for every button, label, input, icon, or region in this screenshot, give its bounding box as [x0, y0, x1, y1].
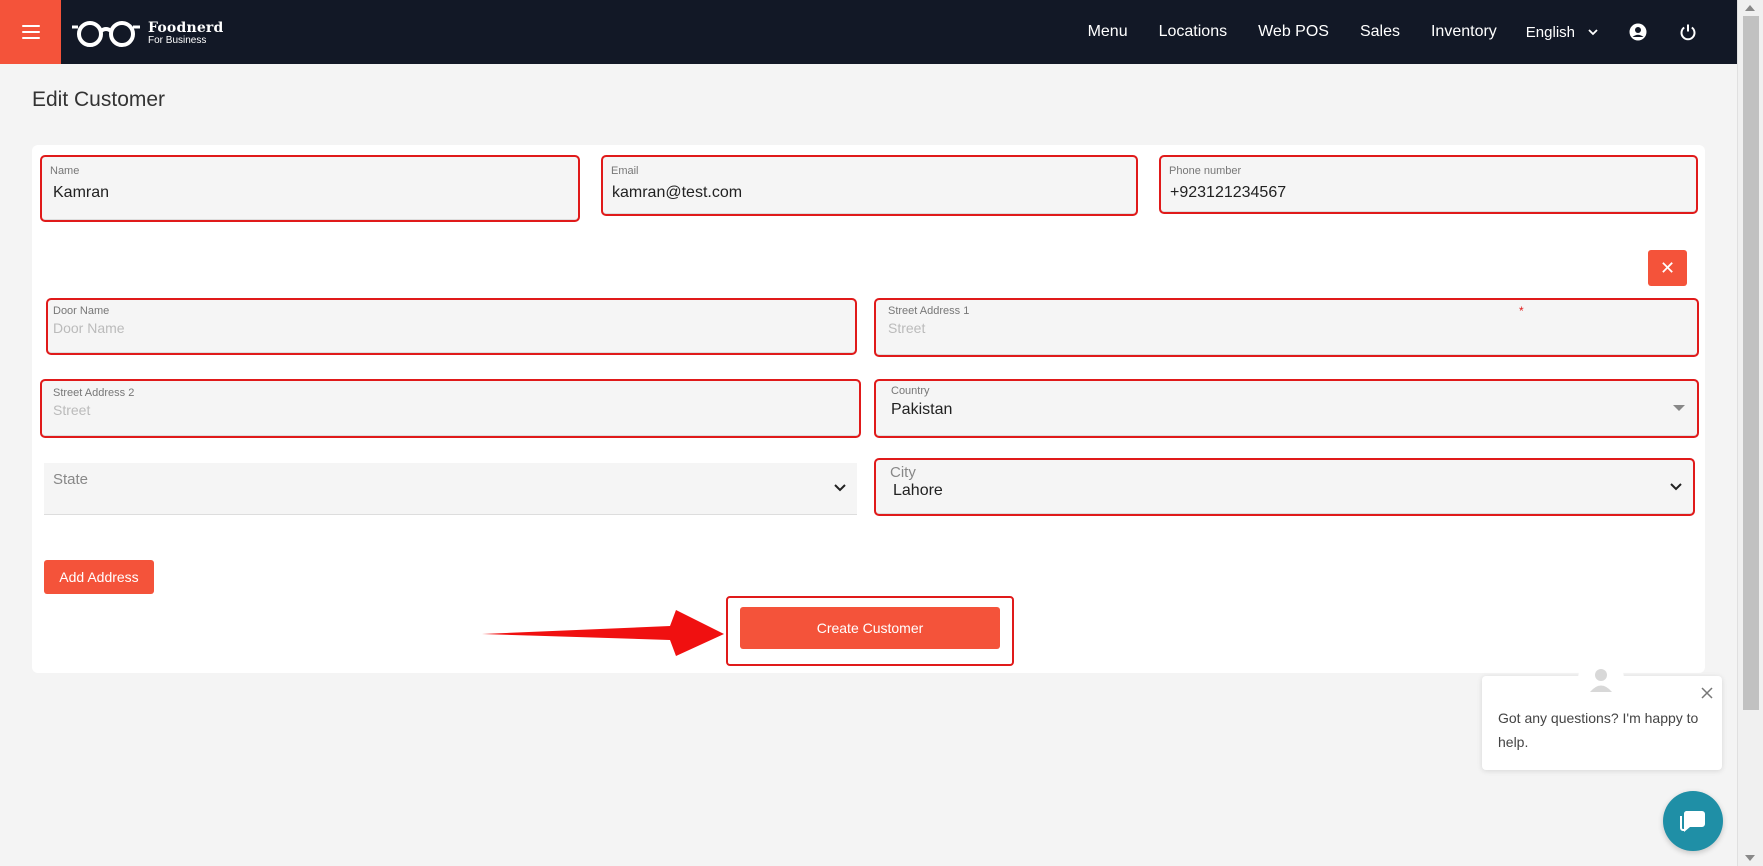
country-value: Pakistan — [891, 401, 953, 418]
street-address-1-field[interactable]: Street Address 1 * Street — [874, 298, 1699, 357]
hamburger-icon — [21, 25, 40, 39]
email-field[interactable]: Email kamran@test.com — [601, 155, 1138, 216]
remove-address-button[interactable]: ✕ — [1648, 250, 1687, 286]
city-label: City — [890, 464, 916, 481]
nav-item-web-pos[interactable]: Web POS — [1258, 23, 1329, 41]
top-navbar: Foodnerd For Business Menu Locations Web… — [0, 0, 1738, 64]
power-icon[interactable] — [1678, 22, 1698, 42]
nav-item-locations[interactable]: Locations — [1159, 23, 1228, 41]
close-icon[interactable] — [1700, 686, 1714, 700]
chevron-down-icon — [834, 484, 846, 492]
street1-label: Street Address 1 — [888, 305, 970, 317]
chat-icon — [1680, 811, 1705, 832]
brand-logo[interactable]: Foodnerd For Business — [70, 16, 224, 50]
required-marker: * — [1519, 304, 1524, 318]
name-field[interactable]: Name Kamran — [40, 155, 580, 222]
phone-label: Phone number — [1169, 165, 1242, 177]
country-select[interactable]: Country Pakistan — [874, 379, 1699, 438]
email-value: kamran@test.com — [612, 184, 743, 201]
nav-menu: Menu Locations Web POS Sales Inventory E… — [1057, 0, 1698, 64]
chat-avatar — [1578, 656, 1624, 702]
create-customer-button[interactable]: Create Customer — [740, 607, 1000, 649]
glasses-icon — [72, 21, 140, 47]
door-name-label: Door Name — [53, 305, 110, 317]
street2-placeholder: Street — [53, 402, 91, 418]
scrollbar[interactable] — [1737, 0, 1763, 866]
country-label: Country — [891, 385, 930, 397]
chat-message-text: Got any questions? I'm happy to help. — [1498, 710, 1699, 750]
state-label: State — [53, 471, 89, 488]
chevron-down-icon — [1670, 483, 1682, 491]
language-selector[interactable]: English — [1526, 24, 1598, 41]
city-select[interactable]: City Lahore — [874, 458, 1695, 516]
name-label: Name — [50, 165, 80, 177]
door-name-placeholder: Door Name — [53, 320, 125, 336]
caret-down-icon — [1673, 405, 1685, 411]
scroll-thumb[interactable] — [1743, 16, 1759, 710]
create-customer-highlight: Create Customer — [726, 596, 1014, 666]
state-select[interactable]: State — [44, 463, 857, 515]
nav-item-inventory[interactable]: Inventory — [1431, 23, 1497, 41]
street2-label: Street Address 2 — [53, 387, 135, 399]
city-value: Lahore — [893, 482, 943, 499]
street-address-2-field[interactable]: Street Address 2 Street — [40, 379, 861, 438]
add-address-button[interactable]: Add Address — [44, 560, 154, 594]
phone-value: +923121234567 — [1170, 184, 1287, 201]
menu-toggle-button[interactable] — [0, 0, 61, 64]
account-icon[interactable] — [1628, 22, 1648, 42]
brand-text: Foodnerd For Business — [148, 21, 224, 46]
street1-placeholder: Street — [888, 320, 926, 336]
nav-item-sales[interactable]: Sales — [1360, 23, 1400, 41]
scroll-up-icon[interactable] — [1745, 5, 1755, 11]
name-value: Kamran — [53, 184, 110, 201]
annotation-arrow-icon — [482, 610, 724, 656]
phone-field[interactable]: Phone number +923121234567 — [1159, 155, 1698, 214]
page-title: Edit Customer — [32, 88, 166, 111]
close-icon: ✕ — [1659, 257, 1676, 278]
scroll-down-icon[interactable] — [1745, 855, 1755, 861]
brand-tagline: For Business — [148, 34, 207, 46]
chat-launcher-button[interactable] — [1663, 791, 1723, 851]
door-name-field[interactable]: Door Name Door Name — [46, 298, 857, 355]
chevron-down-icon — [1588, 29, 1598, 36]
person-icon — [1590, 669, 1612, 692]
language-label: English — [1525, 23, 1575, 41]
brand-name: Foodnerd — [148, 19, 224, 36]
nav-item-menu[interactable]: Menu — [1088, 23, 1128, 41]
email-label: Email — [611, 165, 639, 177]
